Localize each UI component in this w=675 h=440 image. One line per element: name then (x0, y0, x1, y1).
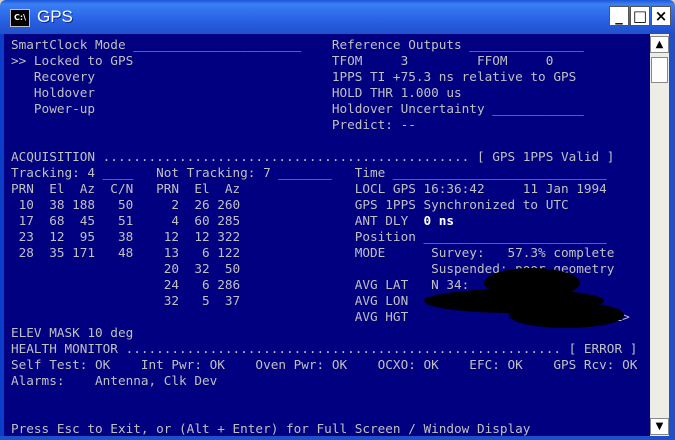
window-frame-right (669, 34, 675, 440)
exit-instructions: Press Esc to Exit, or (Alt + Enter) for … (11, 421, 531, 436)
title-bar[interactable]: C:\ GPS _ □ × (0, 0, 675, 34)
window-title: GPS (37, 7, 73, 26)
alarms-line: Alarms: Antenna, Clk Dev (11, 373, 218, 388)
mode-holdover-line: Holdover HOLD THR 1.000 us (11, 85, 462, 100)
smartclock-mode-header: SmartClock Mode ______________________ R… (11, 37, 584, 52)
tracking-line: Tracking: 4 ____ Not Tracking: 7 _______… (11, 165, 607, 180)
maximize-button[interactable]: □ (630, 6, 650, 26)
console-output[interactable]: SmartClock Mode ______________________ R… (0, 34, 650, 440)
minimize-button[interactable]: _ (609, 6, 629, 26)
console-app-icon[interactable]: C:\ (10, 9, 30, 27)
satellite-row: 28 35 171 48 13 6 122 MODE Survey: 57.3%… (11, 245, 615, 260)
scroll-down-button[interactable]: ▼ (650, 418, 669, 435)
ant-dly-value: 0 ns (423, 213, 455, 228)
elev-mask-line: ELEV MASK 10 deg (11, 325, 134, 340)
vertical-scrollbar[interactable]: ▲ ▼ (650, 34, 669, 440)
self-test-line: Self Test: OK Int Pwr: OK Oven Pwr: OK O… (11, 357, 638, 372)
window-frame-bottom (0, 436, 675, 440)
satellite-row: 23 12 95 38 12 12 322 Position _________… (11, 229, 607, 244)
mode-locked-line: >> Locked to GPS TFOM 3 FFOM 0 (11, 53, 554, 68)
scroll-thumb[interactable] (651, 57, 668, 83)
mode-powerup-line: Power-up Holdover Uncertainty __________… (11, 101, 584, 116)
satellite-row: 24 6 286 AVG LAT N 34: (11, 277, 470, 292)
satellite-table-header: PRN El Az C/N PRN El Az LOCL GPS 16:36:4… (11, 181, 607, 196)
mode-recovery-line: Recovery 1PPS TI +75.3 ns relative to GP… (11, 69, 577, 84)
health-monitor-header: HEALTH MONITOR .........................… (11, 341, 638, 356)
close-button[interactable]: × (651, 6, 671, 26)
redaction-mark (509, 302, 624, 328)
scroll-up-button[interactable]: ▲ (650, 36, 669, 53)
satellite-row: 17 68 45 51 4 60 285 ANT DLY 0 ns (11, 213, 455, 228)
predict-line: Predict: -- (11, 117, 416, 132)
satellite-row: 10 38 188 50 2 26 260 GPS 1PPS Synchroni… (11, 197, 569, 212)
acquisition-header: ACQUISITION ............................… (11, 149, 615, 164)
satellite-row: 32 5 37 AVG LON (11, 293, 409, 308)
